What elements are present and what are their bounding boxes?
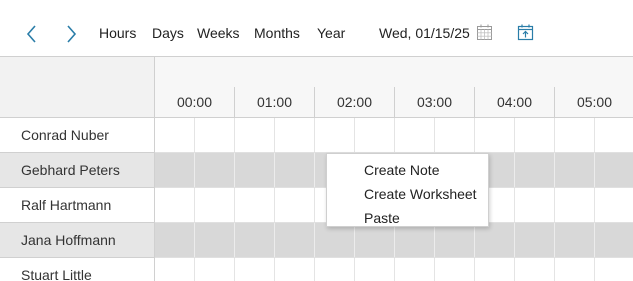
grid-line <box>194 223 195 257</box>
grid-line <box>434 118 435 152</box>
grid-line <box>514 188 515 222</box>
grid-line <box>514 153 515 187</box>
resource-name[interactable]: Conrad Nuber <box>0 118 155 153</box>
grid-line <box>314 258 315 281</box>
create-note-menu-item[interactable]: Create Note <box>327 158 488 182</box>
hour-header: 05:00 <box>555 87 633 117</box>
timeline-header-top <box>155 56 633 88</box>
grid-line <box>594 258 595 281</box>
scheduler-toolbar: Hours Days Weeks Months Year Wed, 01/15/… <box>0 0 633 56</box>
grid-line <box>194 188 195 222</box>
previous-button[interactable] <box>23 22 41 46</box>
grid-line <box>514 118 515 152</box>
hour-header: 04:00 <box>475 87 555 117</box>
grid-line <box>274 223 275 257</box>
grid-line <box>234 153 235 187</box>
paste-menu-item[interactable]: Paste <box>327 206 488 230</box>
grid-line <box>394 258 395 281</box>
next-button[interactable] <box>62 22 80 46</box>
grid-line <box>194 258 195 281</box>
grid-line <box>354 258 355 281</box>
grid-line <box>554 188 555 222</box>
resource-name[interactable]: Jana Hoffmann <box>0 223 155 258</box>
grid-line <box>554 153 555 187</box>
grid-line <box>554 258 555 281</box>
calendar-icon <box>477 24 492 40</box>
view-months-button[interactable]: Months <box>254 25 300 41</box>
grid-line <box>594 153 595 187</box>
grid-line <box>234 188 235 222</box>
grid-line <box>514 223 515 257</box>
resource-header-corner <box>0 56 155 118</box>
grid-line <box>514 258 515 281</box>
scheduler-grid: 00:00 01:00 02:00 03:00 04:00 05:00 Conr… <box>0 56 633 281</box>
grid-line <box>234 258 235 281</box>
grid-line <box>594 223 595 257</box>
timeline-cells[interactable] <box>155 118 633 153</box>
resource-name[interactable]: Gebhard Peters <box>0 153 155 188</box>
resource-name[interactable]: Ralf Hartmann <box>0 188 155 223</box>
go-to-today-button[interactable] <box>517 24 534 41</box>
resource-row: Jana Hoffmann <box>0 223 633 258</box>
grid-line <box>314 188 315 222</box>
resource-row: Stuart Little <box>0 258 633 281</box>
current-date[interactable]: Wed, 01/15/25 <box>379 25 470 41</box>
grid-line <box>274 153 275 187</box>
grid-line <box>474 258 475 281</box>
grid-line <box>234 223 235 257</box>
hour-header: 02:00 <box>315 87 395 117</box>
view-days-button[interactable]: Days <box>152 25 184 41</box>
grid-line <box>314 223 315 257</box>
grid-line <box>274 188 275 222</box>
grid-line <box>434 258 435 281</box>
hour-header: 00:00 <box>155 87 235 117</box>
grid-line <box>314 153 315 187</box>
grid-line <box>554 223 555 257</box>
grid-line <box>474 118 475 152</box>
calendar-today-icon <box>517 24 534 41</box>
hour-header: 01:00 <box>235 87 315 117</box>
hour-header: 03:00 <box>395 87 475 117</box>
grid-line <box>394 118 395 152</box>
grid-line <box>274 258 275 281</box>
grid-line <box>354 118 355 152</box>
grid-line <box>194 118 195 152</box>
timeline-hours-header: 00:00 01:00 02:00 03:00 04:00 05:00 <box>155 87 633 118</box>
grid-line <box>314 118 315 152</box>
chevron-left-icon <box>26 25 36 43</box>
resource-row: Ralf Hartmann <box>0 188 633 223</box>
context-menu: Create Note Create Worksheet Paste <box>326 153 489 227</box>
resource-name[interactable]: Stuart Little <box>0 258 155 281</box>
grid-line <box>274 118 275 152</box>
resource-row: Conrad Nuber <box>0 118 633 153</box>
timeline-cells[interactable] <box>155 258 633 281</box>
chevron-right-icon <box>67 25 77 43</box>
create-worksheet-menu-item[interactable]: Create Worksheet <box>327 182 488 206</box>
date-picker-button[interactable] <box>476 24 493 41</box>
grid-line <box>234 118 235 152</box>
view-hours-button[interactable]: Hours <box>99 25 136 41</box>
view-weeks-button[interactable]: Weeks <box>197 25 240 41</box>
resource-row: Gebhard Peters <box>0 153 633 188</box>
grid-line <box>194 153 195 187</box>
grid-line <box>594 188 595 222</box>
grid-line <box>554 118 555 152</box>
view-year-button[interactable]: Year <box>317 25 345 41</box>
grid-line <box>594 118 595 152</box>
